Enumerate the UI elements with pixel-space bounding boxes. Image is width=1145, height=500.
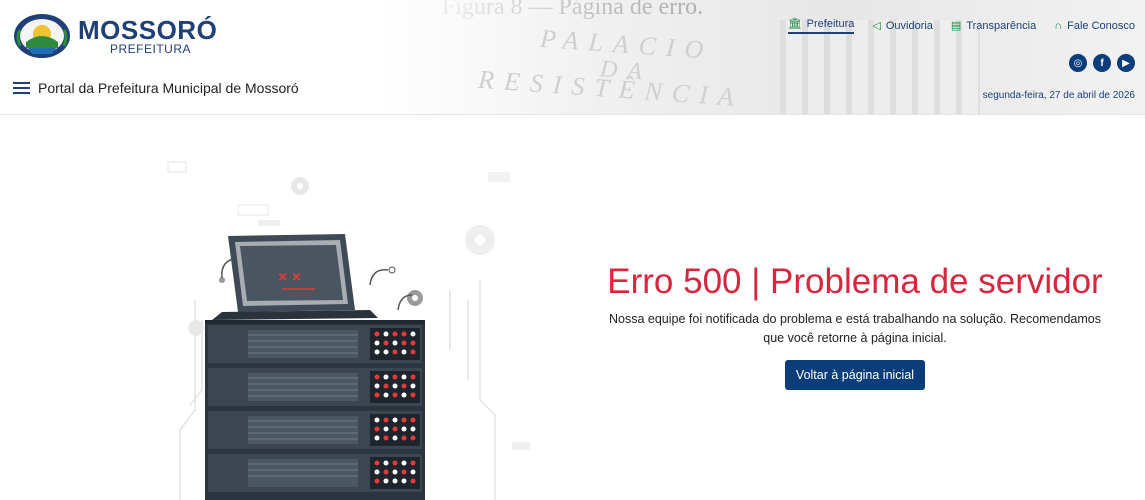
- facebook-icon[interactable]: f: [1093, 54, 1111, 72]
- nav-link-label: Transparência: [966, 19, 1037, 32]
- headset-icon: ∩: [1054, 19, 1063, 32]
- error-message-line-2: que você retorne à página inicial.: [763, 331, 947, 345]
- coat-of-arms-icon: [12, 12, 72, 60]
- svg-text:× ×: × ×: [278, 269, 301, 286]
- back-home-button[interactable]: Voltar à página inicial: [784, 360, 926, 390]
- nav-link-label: Ouvidoria: [885, 19, 933, 32]
- error-title: Erro 500 | Problema de servidor: [607, 262, 1103, 301]
- error-panel: Erro 500 | Problema de servidor Nossa eq…: [580, 262, 1130, 390]
- nav-link-prefeitura[interactable]: 🏛︎ Prefeitura: [787, 17, 855, 34]
- nav-link-ouvidoria[interactable]: ◁ Ouvidoria: [872, 17, 933, 34]
- logo-title: MOSSORÓ: [78, 15, 218, 45]
- error-message-line-1: Nossa equipe foi notificada do problema …: [609, 312, 1101, 326]
- nav-link-fale-conosco[interactable]: ∩ Fale Conosco: [1054, 17, 1135, 34]
- nav-link-label: Fale Conosco: [1067, 19, 1135, 32]
- building-background: [780, 20, 980, 114]
- document-icon: ▤: [950, 20, 962, 32]
- top-navigation: 🏛︎ Prefeitura ◁ Ouvidoria ▤ Transparênci…: [787, 17, 1135, 34]
- portal-menu-button[interactable]: Portal da Prefeitura Municipal de Mossor…: [13, 80, 299, 96]
- server-error-illustration: × ×: [150, 150, 530, 500]
- megaphone-icon: ◁: [872, 20, 881, 32]
- social-links: ◎ f ▶: [1069, 54, 1135, 72]
- hamburger-menu-icon[interactable]: [13, 82, 30, 94]
- site-header: PALACIO DA RESISTÊNCIA MOSSORÓ PREFEITUR…: [0, 0, 1145, 115]
- error-message: Nossa equipe foi notificada do problema …: [580, 310, 1130, 348]
- instagram-icon[interactable]: ◎: [1069, 54, 1087, 72]
- current-date: segunda-feira, 27 de abril de 2026: [982, 90, 1135, 101]
- portal-title: Portal da Prefeitura Municipal de Mossor…: [38, 80, 299, 96]
- server-rack-icon: [205, 320, 425, 500]
- youtube-icon[interactable]: ▶: [1117, 54, 1135, 72]
- nav-link-transparencia[interactable]: ▤ Transparência: [951, 17, 1036, 34]
- building-icon: 🏛︎: [787, 18, 802, 30]
- nav-link-label: Prefeitura: [806, 17, 855, 30]
- site-logo[interactable]: MOSSORÓ PREFEITURA: [12, 12, 217, 60]
